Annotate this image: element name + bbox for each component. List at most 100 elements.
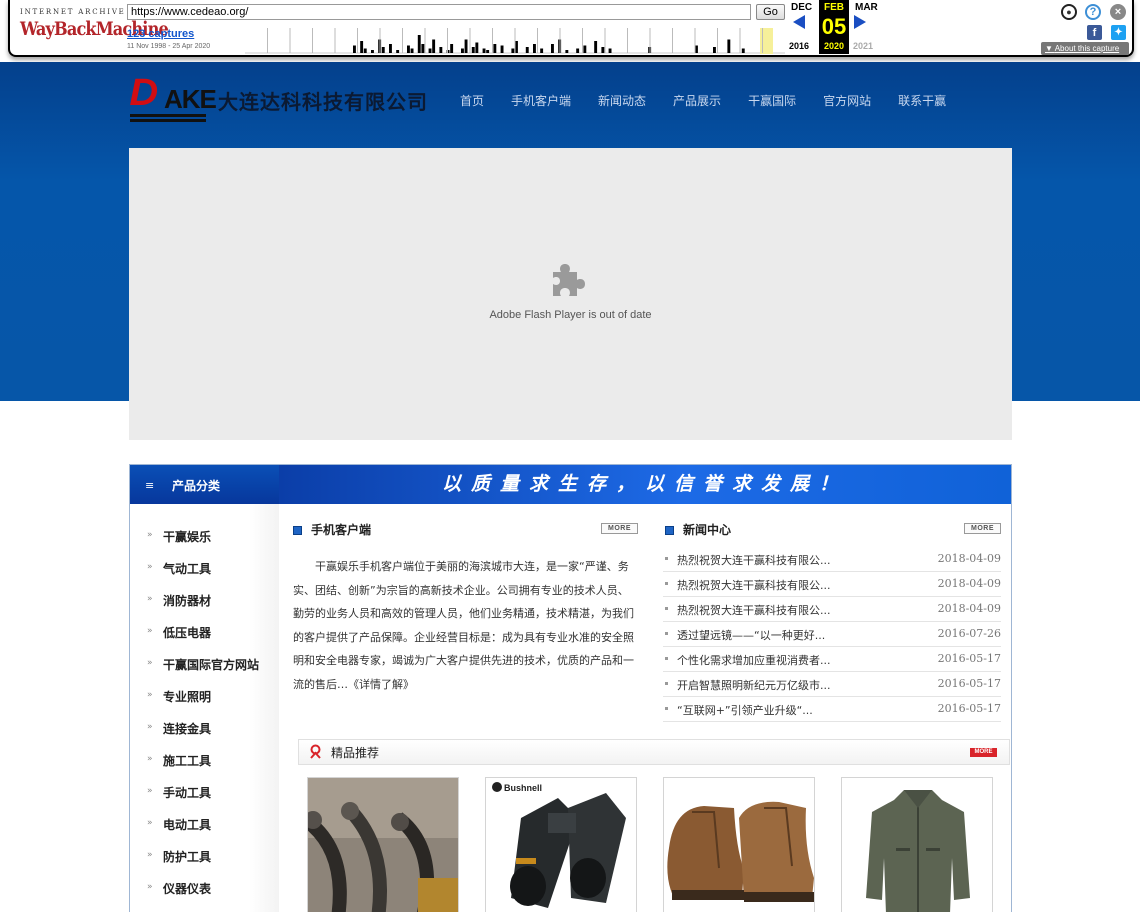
category-item[interactable]: » 专业照明 xyxy=(130,680,279,712)
capture-bar xyxy=(500,45,504,53)
news-item[interactable]: 热烈祝贺大连干赢科技有限公... 2018-04-09 xyxy=(663,572,1001,597)
category-title: 产品分类 xyxy=(172,479,221,493)
double-chevron-icon: » xyxy=(147,786,153,796)
category-item[interactable]: » 干赢娱乐 xyxy=(130,520,279,552)
capture-bar xyxy=(439,47,443,53)
product-card[interactable] xyxy=(841,777,993,912)
logo-letter: D xyxy=(129,72,158,114)
wayback-current-capture: FEB 05 2020 xyxy=(819,0,849,54)
category-sidebar: » 干赢娱乐 » 气动工具 » 消防器材 » 低压电器 » 干赢国际官方网站 » 专业照明 … xyxy=(130,504,279,912)
wayback-current-month: FEB xyxy=(824,2,844,13)
capture-bar xyxy=(428,48,432,53)
wayback-current-year: 2020 xyxy=(823,41,845,51)
capture-bar xyxy=(410,48,414,53)
news-item[interactable]: 热烈祝贺大连干赢科技有限公... 2018-04-09 xyxy=(663,597,1001,622)
bullet-icon xyxy=(665,632,668,635)
category-item[interactable]: » 手动工具 xyxy=(130,776,279,808)
square-bullet-icon xyxy=(665,526,674,535)
plugin-puzzle-icon xyxy=(553,264,585,296)
category-item[interactable]: » 干赢国际官方网站 xyxy=(130,648,279,680)
wayback-url-input[interactable]: https://www.cedeao.org/ xyxy=(127,4,751,20)
wayback-logo[interactable]: INTERNET ARCHIVE WayBackMachine xyxy=(20,8,169,44)
close-icon[interactable]: × xyxy=(1110,4,1126,20)
news-date: 2018-04-09 xyxy=(937,602,1001,615)
logo-rule xyxy=(130,119,206,122)
capture-bar xyxy=(576,48,580,53)
category-item[interactable]: » 防护工具 xyxy=(130,840,279,872)
nav-official[interactable]: 官方网站 xyxy=(823,92,871,109)
capture-bar xyxy=(713,47,716,53)
news-date: 2018-04-09 xyxy=(937,577,1001,590)
news-item[interactable]: 热烈祝贺大连干赢科技有限公... 2018-04-09 xyxy=(663,547,1001,572)
news-date: 2016-05-17 xyxy=(937,702,1001,715)
category-item[interactable]: » 施工工具 xyxy=(130,744,279,776)
nav-contact[interactable]: 联系干赢 xyxy=(898,92,946,109)
capture-bar xyxy=(583,45,587,53)
wayback-panel: INTERNET ARCHIVE WayBackMachine https://… xyxy=(8,0,1134,57)
category-item[interactable]: » 消防器材 xyxy=(130,584,279,616)
double-chevron-icon: » xyxy=(147,754,153,764)
category-label: 低压电器 xyxy=(163,626,212,640)
category-label: 消防器材 xyxy=(163,594,212,608)
user-icon[interactable]: ● xyxy=(1061,4,1077,20)
content-area: ≡ 产品分类 以质量求生存，以信誉求发展！ » 干赢娱乐 » 气动工具 » 消防器材 … xyxy=(129,464,1012,912)
category-item[interactable]: » 连接金具 xyxy=(130,712,279,744)
news-title: 热烈祝贺大连干赢科技有限公... xyxy=(677,554,831,567)
news-date: 2016-05-17 xyxy=(937,652,1001,665)
wayback-next-month[interactable]: MAR xyxy=(855,2,878,13)
news-item[interactable]: 个性化需求增加应重视消费者... 2016-05-17 xyxy=(663,647,1001,672)
nav-news[interactable]: 新闻动态 xyxy=(598,92,646,109)
facebook-icon[interactable]: f xyxy=(1087,25,1102,40)
news-more-button[interactable]: MORE xyxy=(964,523,1001,534)
capture-bar xyxy=(417,35,421,53)
site-logo[interactable]: D AKE xyxy=(129,70,217,124)
category-label: 电动工具 xyxy=(163,818,212,832)
capture-bar xyxy=(608,48,612,53)
nav-home[interactable]: 首页 xyxy=(460,92,484,109)
flash-placeholder[interactable]: Adobe Flash Player is out of date xyxy=(129,148,1012,440)
double-chevron-icon: » xyxy=(147,850,153,860)
cable-photo xyxy=(308,778,458,912)
product-card[interactable]: Bushnell xyxy=(485,777,637,912)
category-item[interactable]: » 气动工具 xyxy=(130,552,279,584)
wayback-go-button[interactable]: Go xyxy=(756,4,785,20)
category-item[interactable]: » 仪器仪表 xyxy=(130,872,279,904)
category-label: 干赢国际官方网站 xyxy=(163,658,260,672)
capture-bar xyxy=(601,47,605,53)
mobile-more-button[interactable]: MORE xyxy=(601,523,638,534)
news-item[interactable]: “互联网+”引领产业升级“... 2016-05-17 xyxy=(663,697,1001,722)
product-card[interactable] xyxy=(307,777,459,912)
product-brand: Bushnell xyxy=(504,783,542,793)
nav-mobile[interactable]: 手机客户端 xyxy=(511,92,571,109)
double-chevron-icon: » xyxy=(147,818,153,828)
category-item[interactable]: » 电动工具 xyxy=(130,808,279,840)
category-item[interactable]: » 低压电器 xyxy=(130,616,279,648)
news-date: 2016-07-26 xyxy=(937,627,1001,640)
product-card[interactable] xyxy=(663,777,815,912)
capture-bar xyxy=(381,47,385,53)
company-name: 大连达科科技有限公司 xyxy=(218,90,428,114)
wayback-prev-month[interactable]: DEC xyxy=(791,2,812,13)
about-capture-button[interactable]: ▼ About this capture xyxy=(1041,42,1129,55)
wayback-prev-arrow-icon[interactable] xyxy=(793,15,805,29)
wayback-next-arrow-icon[interactable] xyxy=(854,15,866,29)
help-icon[interactable]: ? xyxy=(1085,4,1101,20)
capture-bar xyxy=(594,41,598,53)
news-item[interactable]: 开启智慧照明新纪元万亿级市... 2016-05-17 xyxy=(663,672,1001,697)
logo-rule xyxy=(130,114,206,117)
capture-bar xyxy=(396,50,400,53)
flash-message: Adobe Flash Player is out of date xyxy=(489,309,652,321)
wayback-sparkline[interactable] xyxy=(245,28,785,54)
capture-bar xyxy=(493,44,497,53)
category-label: 干赢娱乐 xyxy=(163,530,212,544)
nav-international[interactable]: 干赢国际 xyxy=(748,92,796,109)
wayback-prev-year[interactable]: 2016 xyxy=(789,41,809,51)
wayback-captures-link[interactable]: 123 captures xyxy=(127,28,194,40)
featured-header: 精品推荐 MORE xyxy=(298,739,1010,765)
news-title: 热烈祝贺大连干赢科技有限公... xyxy=(677,579,831,592)
double-chevron-icon: » xyxy=(147,722,153,732)
featured-more-button[interactable]: MORE xyxy=(970,748,997,757)
news-item[interactable]: 透过望远镜——“以一种更好... 2016-07-26 xyxy=(663,622,1001,647)
nav-products[interactable]: 产品展示 xyxy=(673,92,721,109)
twitter-icon[interactable]: ✦ xyxy=(1111,25,1126,40)
